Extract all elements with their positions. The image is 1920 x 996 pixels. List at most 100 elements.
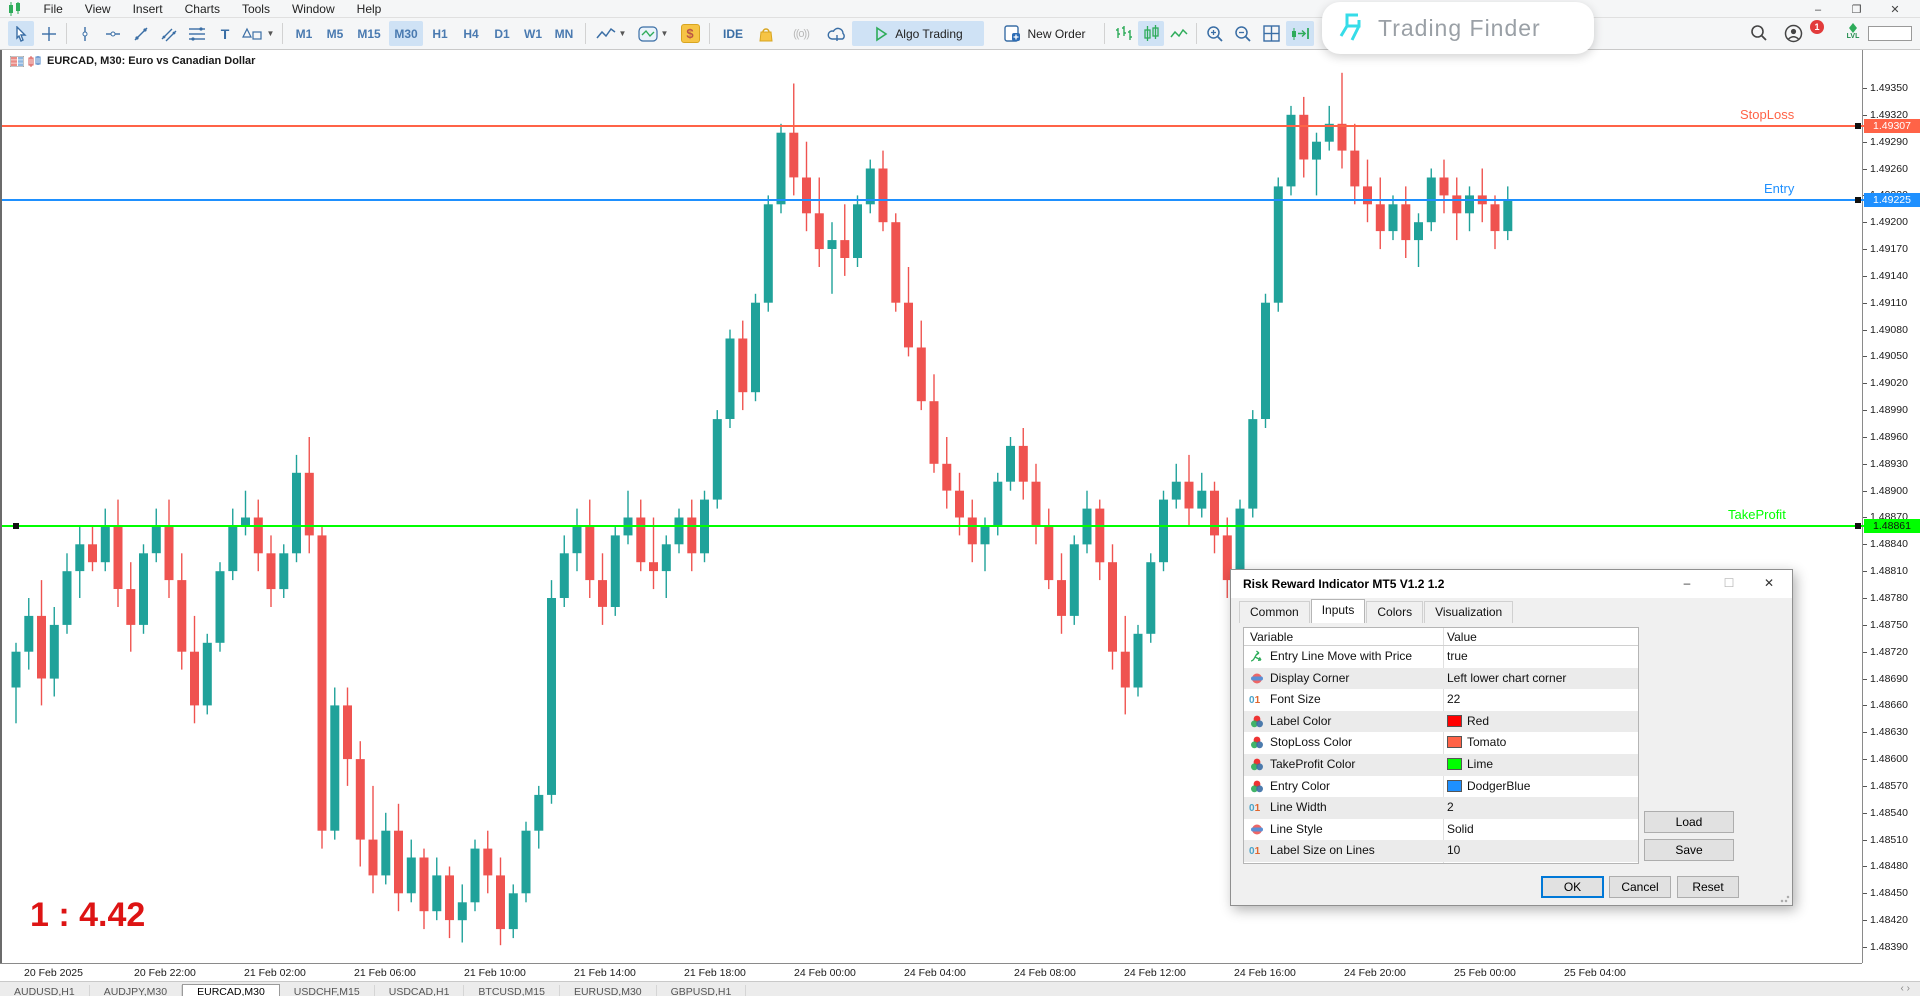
- input-row-entry-line-move-with-price[interactable]: Entry Line Move with Pricetrue: [1244, 646, 1638, 668]
- entry-handle[interactable]: [1855, 197, 1861, 203]
- chart-tab-eurusd-m30[interactable]: EURUSD,M30: [560, 985, 657, 996]
- variable-value[interactable]: Red: [1447, 714, 1489, 728]
- window-close-button[interactable]: ✕: [1878, 2, 1912, 19]
- chart-tab-audusd-h1[interactable]: AUDUSD,H1: [0, 985, 90, 996]
- one-click-trading-icon[interactable]: [28, 56, 42, 67]
- entry-line[interactable]: [2, 199, 1864, 201]
- crosshair-icon[interactable]: [36, 21, 62, 46]
- window-minimize-button[interactable]: –: [1801, 2, 1835, 19]
- timeframe-w1[interactable]: W1: [519, 21, 547, 46]
- chart-type-icon[interactable]: ▼: [593, 21, 629, 46]
- inputs-table[interactable]: Variable Value Entry Line Move with Pric…: [1243, 627, 1639, 864]
- input-row-entry-color[interactable]: Entry ColorDodgerBlue: [1244, 776, 1638, 798]
- dialog-resize-grip[interactable]: [1780, 893, 1790, 903]
- vline-tool-icon[interactable]: [72, 21, 98, 46]
- menu-item-tools[interactable]: Tools: [231, 0, 281, 18]
- hline-tool-icon[interactable]: [100, 21, 126, 46]
- timeframe-m1[interactable]: M1: [290, 21, 318, 46]
- menu-item-window[interactable]: Window: [281, 0, 346, 18]
- timeframe-h4[interactable]: H4: [457, 21, 485, 46]
- timeframe-mn[interactable]: MN: [550, 21, 578, 46]
- timeframe-m30[interactable]: M30: [389, 21, 423, 46]
- ide-icon[interactable]: IDE: [717, 21, 749, 46]
- dialog-tab-colors[interactable]: Colors: [1366, 601, 1423, 623]
- takeprofit-handle[interactable]: [1855, 523, 1861, 529]
- dialog-tab-visualization[interactable]: Visualization: [1424, 601, 1513, 623]
- input-row-display-corner[interactable]: Display CornerLeft lower chart corner: [1244, 668, 1638, 690]
- channel-tool-icon[interactable]: [156, 21, 182, 46]
- tile-windows-icon[interactable]: [1258, 21, 1284, 46]
- dollar-icon[interactable]: $: [677, 21, 703, 46]
- signals-icon[interactable]: ((o)): [783, 21, 819, 46]
- depth-of-market-icon[interactable]: [10, 56, 24, 67]
- shift-end-icon[interactable]: [1286, 21, 1314, 46]
- tab-scroll-arrows[interactable]: ‹ ›: [1901, 983, 1910, 994]
- variable-value[interactable]: Solid: [1447, 822, 1474, 836]
- candles-mode-icon[interactable]: [1138, 21, 1164, 46]
- menu-item-file[interactable]: File: [32, 0, 73, 18]
- line-mode-icon[interactable]: [1166, 21, 1192, 46]
- chart-tab-gbpusd-h1[interactable]: GBPUSD,H1: [657, 985, 747, 996]
- chart-tab-audjpy-m30[interactable]: AUDJPY,M30: [90, 985, 182, 996]
- trendline-tool-icon[interactable]: [128, 21, 154, 46]
- variable-value[interactable]: Lime: [1447, 757, 1493, 771]
- shapes-tool-icon[interactable]: ▼: [240, 21, 276, 46]
- variable-value[interactable]: Left lower chart corner: [1447, 671, 1566, 685]
- menu-item-view[interactable]: View: [74, 0, 122, 18]
- variable-value[interactable]: true: [1447, 649, 1468, 663]
- cursor-icon[interactable]: [8, 21, 34, 46]
- dialog-maximize-button[interactable]: ☐: [1714, 574, 1744, 594]
- dialog-title-bar[interactable]: Risk Reward Indicator MT5 V1.2 1.2 – ☐ ✕: [1231, 570, 1792, 598]
- input-row-line-width[interactable]: 01Line Width2: [1244, 797, 1638, 819]
- market-icon[interactable]: [753, 21, 779, 46]
- variable-value[interactable]: 22: [1447, 692, 1460, 706]
- input-row-line-style[interactable]: Line StyleSolid: [1244, 819, 1638, 841]
- timeframe-d1[interactable]: D1: [488, 21, 516, 46]
- input-row-label-color[interactable]: Label ColorRed: [1244, 711, 1638, 733]
- variable-value[interactable]: DodgerBlue: [1447, 779, 1530, 793]
- zoom-out-icon[interactable]: [1230, 21, 1256, 46]
- lvl-icon[interactable]: LVL: [1842, 23, 1864, 40]
- chart-tab-eurcad-m30[interactable]: EURCAD,M30: [182, 984, 280, 996]
- dialog-tab-inputs[interactable]: Inputs: [1311, 599, 1366, 623]
- chart-tab-usdcad-h1[interactable]: USDCAD,H1: [375, 985, 465, 996]
- price-axis[interactable]: 1.493501.493201.492901.492601.492301.492…: [1862, 50, 1920, 963]
- menu-item-insert[interactable]: Insert: [122, 0, 174, 18]
- takeprofit-line[interactable]: [2, 525, 1864, 527]
- variable-value[interactable]: Tomato: [1447, 735, 1506, 749]
- dialog-tab-common[interactable]: Common: [1239, 601, 1310, 623]
- cancel-button[interactable]: Cancel: [1609, 876, 1671, 898]
- bars-mode-icon[interactable]: [1110, 21, 1136, 46]
- input-row-stoploss-color[interactable]: StopLoss ColorTomato: [1244, 732, 1638, 754]
- variable-value[interactable]: 10: [1447, 843, 1460, 857]
- algo-trading-button[interactable]: Algo Trading: [852, 21, 984, 46]
- timeframe-m5[interactable]: M5: [321, 21, 349, 46]
- time-axis[interactable]: 20 Feb 202520 Feb 22:0021 Feb 02:0021 Fe…: [0, 963, 1862, 981]
- load-button[interactable]: Load: [1644, 811, 1734, 833]
- zoom-in-icon[interactable]: [1202, 21, 1228, 46]
- text-tool-icon[interactable]: T: [212, 21, 238, 46]
- save-button[interactable]: Save: [1644, 839, 1734, 861]
- timeframe-m15[interactable]: M15: [352, 21, 386, 46]
- timeframe-h1[interactable]: H1: [426, 21, 454, 46]
- stoploss-line[interactable]: [2, 125, 1864, 127]
- dialog-minimize-button[interactable]: –: [1672, 574, 1702, 594]
- ok-button[interactable]: OK: [1541, 876, 1604, 898]
- fibonacci-tool-icon[interactable]: [184, 21, 210, 46]
- variable-value[interactable]: 2: [1447, 800, 1454, 814]
- reset-button[interactable]: Reset: [1677, 876, 1739, 898]
- input-row-label-size-on-lines[interactable]: 01Label Size on Lines10: [1244, 840, 1638, 862]
- search-icon[interactable]: [1750, 24, 1768, 42]
- input-row-font-size[interactable]: 01Font Size22: [1244, 689, 1638, 711]
- dialog-close-button[interactable]: ✕: [1754, 574, 1784, 594]
- chart-tab-usdchf-m15[interactable]: USDCHF,M15: [280, 985, 375, 996]
- indicators-icon[interactable]: ▼: [633, 21, 673, 46]
- menu-item-help[interactable]: Help: [346, 0, 393, 18]
- menu-item-charts[interactable]: Charts: [174, 0, 231, 18]
- input-row-takeprofit-color[interactable]: TakeProfit ColorLime: [1244, 754, 1638, 776]
- stoploss-handle[interactable]: [1855, 123, 1861, 129]
- window-restore-button[interactable]: ❐: [1840, 2, 1874, 19]
- cloud-icon[interactable]: [823, 21, 851, 46]
- new-order-button[interactable]: New Order: [992, 21, 1098, 46]
- takeprofit-handle[interactable]: [13, 523, 19, 529]
